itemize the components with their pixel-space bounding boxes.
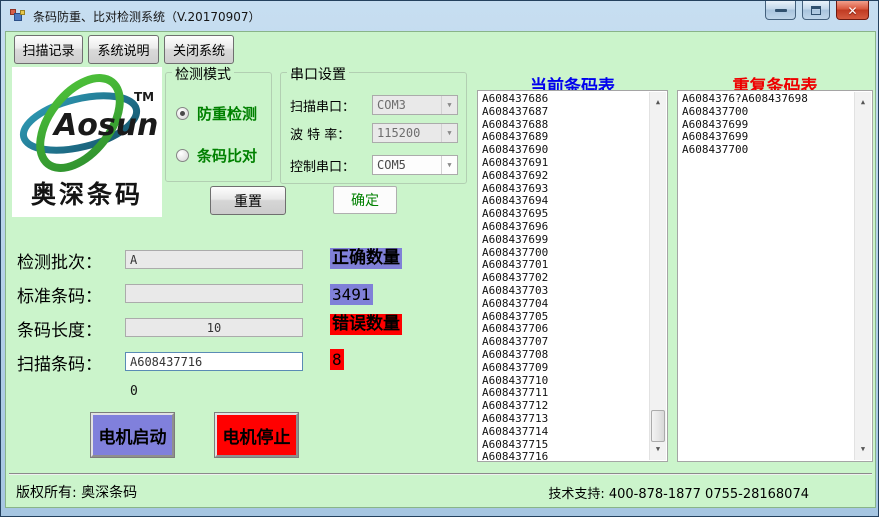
- window-controls: ✕: [765, 1, 869, 20]
- scroll-down-icon[interactable]: ▼: [855, 443, 871, 456]
- list-item[interactable]: A6084376?A608437698: [682, 93, 872, 106]
- close-system-label: 关闭系统: [173, 40, 225, 59]
- radio-anti-duplicate[interactable]: 防重检测: [176, 103, 257, 124]
- confirm-button[interactable]: 确定: [333, 186, 397, 214]
- motor-stop-button[interactable]: 电机停止: [215, 413, 298, 457]
- control-port-value: COM5: [377, 158, 406, 172]
- barcode-length-field: [125, 318, 303, 337]
- maximize-button[interactable]: [802, 1, 830, 20]
- scan-count-note: 0: [130, 384, 138, 399]
- radio-label: 条码比对: [197, 145, 257, 166]
- error-count-label: 错误数量: [330, 314, 402, 335]
- baud-rate-label: 波 特 率：: [290, 124, 350, 143]
- control-port-label: 控制串口：: [290, 156, 355, 175]
- scan-port-value: COM3: [377, 98, 406, 112]
- chevron-down-icon: ▼: [441, 96, 457, 114]
- list-item[interactable]: A608437712: [482, 400, 667, 413]
- baud-rate-select: 115200 ▼: [372, 123, 458, 143]
- scrollbar-thumb[interactable]: [651, 410, 665, 442]
- motor-start-button[interactable]: 电机启动: [91, 413, 174, 457]
- scan-barcode-field[interactable]: [125, 352, 303, 371]
- list-item[interactable]: A608437696: [482, 221, 667, 234]
- reset-label: 重置: [234, 191, 262, 211]
- duplicate-list-items: A6084376?A608437698A608437700A608437699A…: [682, 93, 872, 157]
- batch-label: 检测批次：: [17, 248, 102, 273]
- statusbar-divider: [9, 473, 872, 475]
- list-item[interactable]: A608437709: [482, 362, 667, 375]
- list-item[interactable]: A608437686: [482, 93, 667, 106]
- error-count-value: 8: [330, 349, 344, 370]
- svg-text:Aosun: Aosun: [52, 108, 158, 143]
- baud-rate-value: 115200: [377, 126, 420, 140]
- batch-field: [125, 250, 303, 269]
- scan-log-label: 扫描记录: [22, 40, 74, 59]
- confirm-label: 确定: [351, 190, 379, 210]
- system-info-button[interactable]: 系统说明: [88, 35, 159, 64]
- window-title: 条码防重、比对检测系统（V.20170907）: [33, 8, 261, 25]
- minimize-button[interactable]: [765, 1, 796, 20]
- scan-barcode-label: 扫描条码：: [17, 350, 102, 375]
- system-info-label: 系统说明: [97, 40, 149, 59]
- scan-port-select: COM3 ▼: [372, 95, 458, 115]
- list-item[interactable]: A608437699: [482, 234, 667, 247]
- scroll-down-icon[interactable]: ▼: [650, 443, 666, 456]
- correct-count-label: 正确数量: [330, 248, 402, 269]
- scroll-up-icon[interactable]: ▲: [650, 96, 666, 109]
- standard-barcode-field: [125, 284, 303, 303]
- serial-settings-title: 串口设置: [287, 64, 349, 84]
- maximize-icon: [811, 6, 821, 15]
- list-item[interactable]: A608437691: [482, 157, 667, 170]
- app-window: 条码防重、比对检测系统（V.20170907） ✕ 扫描记录 系统说明 关闭系统: [0, 0, 879, 517]
- list-item[interactable]: A608437703: [482, 285, 667, 298]
- list-item[interactable]: A608437714: [482, 426, 667, 439]
- radio-label: 防重检测: [197, 103, 257, 124]
- support-text: 技术支持: 400-878-1877 0755-28168074: [548, 483, 809, 502]
- list-item[interactable]: A608437716: [482, 451, 667, 462]
- list-item[interactable]: A608437713: [482, 413, 667, 426]
- motor-stop-label: 电机停止: [223, 423, 291, 448]
- company-name: 奥深条码: [12, 175, 162, 211]
- control-port-select[interactable]: COM5 ▼: [372, 155, 458, 175]
- close-icon: ✕: [847, 4, 857, 18]
- list-item[interactable]: A608437700: [682, 144, 872, 157]
- list-item[interactable]: A608437700: [682, 106, 872, 119]
- scan-log-button[interactable]: 扫描记录: [14, 35, 83, 64]
- list-item[interactable]: A608437708: [482, 349, 667, 362]
- list-item[interactable]: A608437687: [482, 106, 667, 119]
- motor-start-label: 电机启动: [99, 423, 167, 448]
- current-list-scrollbar[interactable]: ▲ ▼: [649, 92, 666, 460]
- titlebar[interactable]: 条码防重、比对检测系统（V.20170907）: [1, 1, 878, 31]
- current-barcode-list[interactable]: A608437686A608437687A608437688A608437689…: [477, 90, 668, 462]
- minimize-icon: [775, 9, 787, 12]
- main-panel: 扫描记录 系统说明 关闭系统 Aosun TM: [5, 31, 876, 508]
- detection-mode-group: 检测模式 防重检测 条码比对: [165, 72, 272, 182]
- radio-icon: [176, 149, 189, 162]
- chevron-down-icon: ▼: [441, 124, 457, 142]
- aosun-logo-icon: Aosun TM: [12, 71, 162, 173]
- current-list-items: A608437686A608437687A608437688A608437689…: [482, 93, 667, 462]
- app-icon: [10, 9, 26, 24]
- duplicate-barcode-list[interactable]: A6084376?A608437698A608437700A608437699A…: [677, 90, 873, 462]
- radio-barcode-compare[interactable]: 条码比对: [176, 145, 257, 166]
- reset-button[interactable]: 重置: [210, 186, 286, 215]
- company-logo: Aosun TM 奥深条码: [12, 67, 162, 217]
- svg-text:TM: TM: [134, 90, 154, 104]
- detection-mode-title: 检测模式: [172, 64, 234, 84]
- list-item[interactable]: A608437692: [482, 170, 667, 183]
- close-system-button[interactable]: 关闭系统: [164, 35, 234, 64]
- scan-port-label: 扫描串口：: [290, 96, 355, 115]
- serial-settings-group: 串口设置 扫描串口： COM3 ▼ 波 特 率： 115200 ▼ 控制串口： …: [280, 72, 467, 184]
- radio-icon: [176, 107, 189, 120]
- copyright-text: 版权所有: 奥深条码: [16, 482, 137, 502]
- list-item[interactable]: A608437704: [482, 298, 667, 311]
- barcode-length-label: 条码长度：: [17, 316, 102, 341]
- chevron-down-icon: ▼: [441, 156, 457, 174]
- duplicate-list-scrollbar[interactable]: ▲ ▼: [854, 92, 871, 460]
- close-button[interactable]: ✕: [836, 1, 869, 20]
- standard-barcode-label: 标准条码：: [17, 282, 102, 307]
- correct-count-value: 3491: [330, 284, 373, 305]
- scroll-up-icon[interactable]: ▲: [855, 96, 871, 109]
